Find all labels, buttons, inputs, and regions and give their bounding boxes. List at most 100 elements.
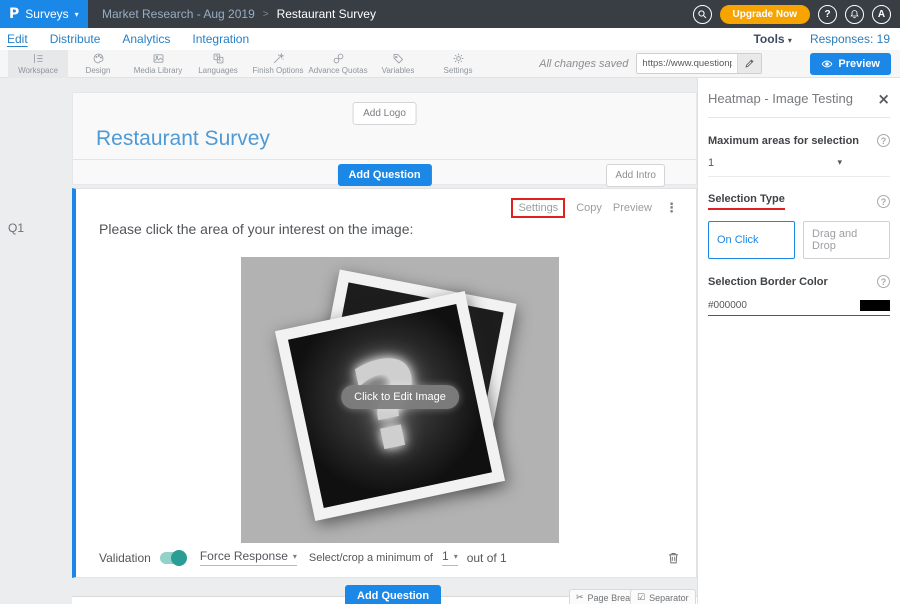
nav-tabs: Edit Distribute Analytics Integration <box>0 32 249 46</box>
max-areas-label-row: Maximum areas for selection ? <box>708 134 890 147</box>
chevron-down-icon: ▾ <box>454 552 458 561</box>
validation-row: Validation Force Response▾ Select/crop a… <box>99 549 680 566</box>
border-color-label: Selection Border Color <box>708 276 828 288</box>
add-intro-button[interactable]: Add Intro <box>606 164 665 187</box>
kebab-menu-icon[interactable]: ⋮ <box>663 201 680 216</box>
chevron-down-icon: ▾ <box>293 552 297 561</box>
tab-analytics[interactable]: Analytics <box>122 32 170 46</box>
image-icon <box>152 52 165 65</box>
toolbar-item-languages[interactable]: A Languages <box>188 50 248 78</box>
upgrade-now-button[interactable]: Upgrade Now <box>720 5 810 24</box>
delete-question-trash-icon[interactable] <box>667 551 680 565</box>
validation-label: Validation <box>99 551 151 565</box>
responses-count-link[interactable]: Responses: 19 <box>810 32 890 46</box>
section-nav: Edit Distribute Analytics Integration To… <box>0 28 900 50</box>
workspace-icon <box>32 52 45 65</box>
checkbox-icon: ☑ <box>637 593 645 603</box>
border-color-label-row: Selection Border Color ? <box>708 275 890 288</box>
max-areas-select[interactable]: 1 ▾ <box>708 147 890 177</box>
max-areas-label: Maximum areas for selection <box>708 135 859 147</box>
surveys-menu[interactable]: P Surveys ▾ <box>0 0 88 28</box>
breadcrumb-parent-link[interactable]: Market Research - Aug 2019 <box>102 7 255 21</box>
divider <box>73 159 696 160</box>
topbar-actions: Upgrade Now ? A <box>693 5 900 24</box>
close-icon[interactable]: × <box>877 93 890 105</box>
panel-header: Heatmap - Image Testing × <box>708 78 890 118</box>
palette-icon <box>92 52 105 65</box>
toolbar-items: Workspace Design Media Library A Languag… <box>0 50 488 78</box>
survey-url-input[interactable] <box>637 54 737 73</box>
tag-icon <box>392 52 405 65</box>
selection-type-label-row: Selection Type ? <box>708 193 890 210</box>
breadcrumb-separator: > <box>263 9 269 20</box>
gear-icon <box>452 52 465 65</box>
toolbar-item-finish-options[interactable]: Finish Options <box>248 50 308 78</box>
question-number-label: Q1 <box>8 221 24 235</box>
help-button[interactable]: ? <box>818 5 837 24</box>
survey-header-card: Add Logo Restaurant Survey Add Question … <box>72 92 697 185</box>
save-status: All changes saved <box>539 58 628 70</box>
validation-type-select[interactable]: Force Response▾ <box>200 549 297 566</box>
question-copy-button[interactable]: Copy <box>576 202 602 214</box>
question-settings-button[interactable]: Settings <box>511 198 565 218</box>
top-bar: P Surveys ▾ Market Research - Aug 2019 >… <box>0 0 900 28</box>
help-icon[interactable]: ? <box>877 195 890 208</box>
notifications-bell-icon[interactable] <box>845 5 864 24</box>
survey-url-box <box>636 53 762 74</box>
avatar[interactable]: A <box>872 5 891 24</box>
survey-title[interactable]: Restaurant Survey <box>96 127 270 151</box>
question-preview-button[interactable]: Preview <box>613 202 652 214</box>
toolbar-right: All changes saved Preview <box>539 53 900 75</box>
preview-button[interactable]: Preview <box>810 53 891 75</box>
tab-distribute[interactable]: Distribute <box>50 32 101 46</box>
chevron-down-icon: ▾ <box>788 36 792 45</box>
toolbar-item-workspace[interactable]: Workspace <box>8 50 68 78</box>
questionpro-logo-icon: P <box>9 6 19 22</box>
toolbar-item-media-library[interactable]: Media Library <box>128 50 188 78</box>
search-icon[interactable] <box>693 5 712 24</box>
separator-button[interactable]: ☑ Separator <box>630 589 696 604</box>
chevron-down-icon: ▾ <box>75 10 79 19</box>
selection-type-drag-drop[interactable]: Drag and Drop <box>803 221 890 259</box>
toolbar-item-variables[interactable]: Variables <box>368 50 428 78</box>
chain-links-icon <box>332 52 345 65</box>
editor-toolbar: Workspace Design Media Library A Languag… <box>0 50 900 78</box>
breadcrumb: Market Research - Aug 2019 > Restaurant … <box>102 7 376 21</box>
nav-right: Tools ▾ Responses: 19 <box>753 32 900 46</box>
minimum-select-label: Select/crop a minimum of <box>309 552 433 564</box>
minimum-count-select[interactable]: 1▾ <box>442 549 458 566</box>
border-color-input[interactable] <box>708 300 788 311</box>
question-card: Settings Copy Preview ⋮ Please click the… <box>72 188 697 578</box>
tools-dropdown[interactable]: Tools ▾ <box>753 32 791 46</box>
breadcrumb-current: Restaurant Survey <box>277 7 376 21</box>
selection-type-on-click[interactable]: On Click <box>708 221 795 259</box>
click-to-edit-image-button[interactable]: Click to Edit Image <box>341 385 459 409</box>
eye-icon <box>821 58 833 70</box>
help-icon[interactable]: ? <box>877 134 890 147</box>
question-text[interactable]: Please click the area of your interest o… <box>99 221 413 237</box>
question-settings-panel: Heatmap - Image Testing × Maximum areas … <box>697 78 900 604</box>
panel-title: Heatmap - Image Testing <box>708 91 853 106</box>
add-question-button[interactable]: Add Question <box>337 164 431 186</box>
toolbar-item-settings[interactable]: Settings <box>428 50 488 78</box>
out-of-label: out of 1 <box>467 551 507 565</box>
add-logo-button[interactable]: Add Logo <box>352 102 417 125</box>
selection-type-options: On Click Drag and Drop <box>708 221 890 259</box>
add-question-footer-button[interactable]: Add Question <box>345 585 441 604</box>
magic-wand-icon <box>272 52 285 65</box>
toolbar-item-design[interactable]: Design <box>68 50 128 78</box>
color-swatch[interactable] <box>860 300 890 311</box>
tab-integration[interactable]: Integration <box>192 32 249 46</box>
edit-url-pencil-icon[interactable] <box>737 54 761 73</box>
help-icon[interactable]: ? <box>877 275 890 288</box>
selection-type-label: Selection Type <box>708 193 785 210</box>
question-actions: Settings Copy Preview ⋮ <box>511 198 680 218</box>
product-label: Surveys <box>25 7 68 21</box>
heatmap-image-placeholder[interactable]: ? Click to Edit Image <box>241 257 559 543</box>
validation-toggle[interactable] <box>160 552 186 564</box>
tab-edit[interactable]: Edit <box>7 32 28 46</box>
questionpro-survey-editor: P Surveys ▾ Market Research - Aug 2019 >… <box>0 0 900 604</box>
border-color-row <box>708 300 890 316</box>
toolbar-item-advance-quotas[interactable]: Advance Quotas <box>308 50 368 78</box>
svg-text:A: A <box>218 58 221 63</box>
